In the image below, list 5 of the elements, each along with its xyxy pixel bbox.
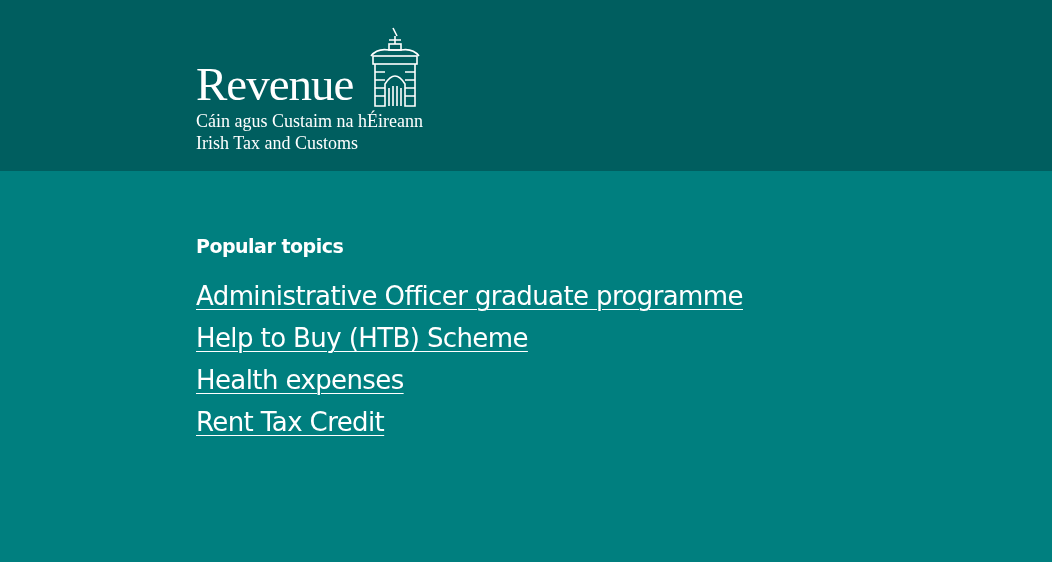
- logo-wordmark: Revenue: [196, 62, 354, 106]
- section-heading: Popular topics: [196, 235, 344, 257]
- arch-gate-icon: [369, 26, 422, 108]
- logo-tagline: Irish Tax and Customs: [196, 132, 359, 154]
- logo-tagline: Cáin agus Custaim na hÉireann: [196, 110, 423, 132]
